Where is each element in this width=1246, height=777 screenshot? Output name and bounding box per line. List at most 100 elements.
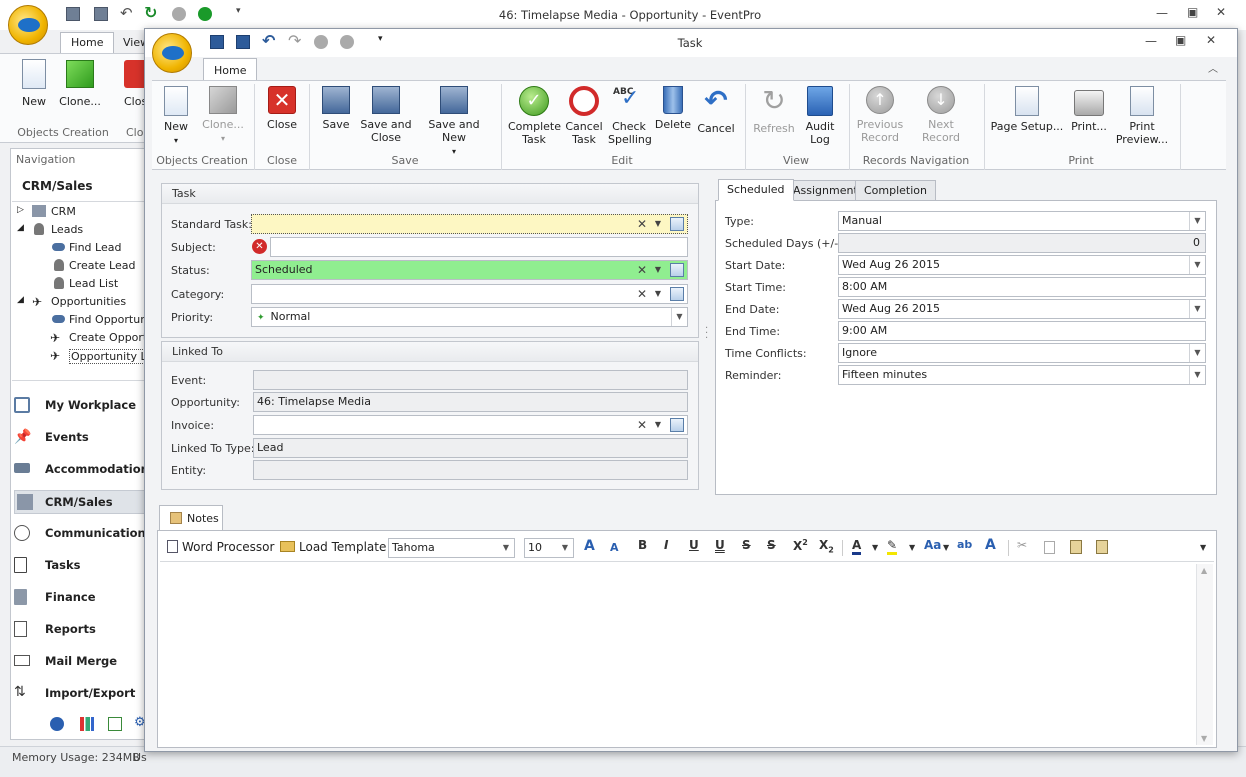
outer-minimize-button[interactable]: — [1156, 6, 1168, 20]
dropdown-arrow-icon[interactable]: ▼ [651, 215, 665, 233]
save-and-close-button[interactable]: Save and Close [360, 86, 412, 144]
splitter-handle[interactable]: · · · [705, 324, 708, 344]
dropdown-arrow-icon[interactable]: ▼ [1189, 212, 1205, 230]
scroll-down-icon[interactable]: ▼ [1201, 734, 1207, 743]
bold-icon[interactable]: B [638, 538, 647, 552]
dropdown-arrow-icon[interactable]: ▼ [1189, 256, 1205, 274]
clear-icon[interactable]: ✕ [635, 215, 649, 233]
notes-scrollbar[interactable]: ▲ ▼ [1196, 564, 1213, 745]
dropdown-arrow-icon[interactable]: ▼ [651, 261, 665, 279]
nav-item-events[interactable]: 📌 Events [14, 428, 148, 448]
refresh-button[interactable]: ↻ Refresh [752, 86, 796, 136]
end-time-input[interactable]: 9:00 AM [838, 321, 1206, 341]
load-template-button[interactable]: Load Template [280, 540, 386, 554]
undo-icon[interactable]: ↶ [262, 31, 275, 50]
save-close-icon[interactable] [94, 7, 108, 21]
tree-item-find-lead[interactable]: Find Lead [69, 241, 121, 254]
nav-item-import-export[interactable]: ⇅ Import/Export [14, 684, 148, 704]
down-icon[interactable] [198, 7, 212, 21]
status-field[interactable]: Scheduled ✕ ▼ [251, 260, 688, 280]
lookup-grid-icon[interactable] [670, 217, 684, 231]
dropdown-arrow-icon[interactable]: ▼ [872, 543, 878, 552]
close-button[interactable]: ✕ Close [262, 86, 302, 131]
italic-icon[interactable]: I [664, 538, 668, 552]
font-family-select[interactable]: Tahoma ▼ [388, 538, 515, 558]
up-icon[interactable] [172, 7, 186, 21]
outer-close-button[interactable]: ✕ [1216, 5, 1226, 19]
down-icon[interactable] [340, 35, 354, 49]
outer-tab-home[interactable]: Home [60, 32, 115, 54]
notes-editor[interactable] [160, 564, 1196, 745]
font-size-select[interactable]: 10 ▼ [524, 538, 574, 558]
tree-item-find-opportunity[interactable]: Find Opportunit [69, 313, 146, 326]
new-button[interactable]: New ▾ [158, 86, 194, 147]
nav-item-my-workplace[interactable]: My Workplace [14, 396, 148, 416]
dropdown-arrow-icon[interactable]: ▼ [651, 285, 665, 303]
print-button[interactable]: Print... [1066, 86, 1112, 133]
tab-completion[interactable]: Completion [855, 180, 937, 201]
highlight-icon[interactable]: ✎ [887, 538, 898, 555]
invoice-field[interactable]: ✕ ▼ [253, 415, 688, 435]
tree-toggle-opportunities[interactable]: ◢ [17, 295, 24, 305]
dropdown-arrow-icon[interactable]: ▼ [1189, 344, 1205, 362]
dropdown-arrow-icon[interactable]: ▼ [943, 543, 949, 552]
change-case-icon[interactable]: Aa [924, 538, 941, 552]
reminder-select[interactable]: Fifteen minutes ▼ [838, 365, 1206, 385]
tree-toggle-crm[interactable]: ▷ [17, 205, 24, 215]
dropdown-arrow-icon[interactable]: ▼ [909, 543, 915, 552]
task-app-logo[interactable] [152, 33, 192, 73]
nav-item-communications[interactable]: Communications [14, 524, 153, 544]
task-minimize-button[interactable]: — [1145, 34, 1157, 48]
print-preview-button[interactable]: Print Preview... [1114, 86, 1170, 146]
outer-maximize-button[interactable]: ▣ [1187, 5, 1198, 19]
lookup-grid-icon[interactable] [670, 418, 684, 432]
superscript-icon[interactable]: X2 [793, 538, 808, 553]
double-underline-icon[interactable]: U [715, 538, 725, 552]
bar-chart-icon[interactable] [80, 717, 94, 731]
tree-item-opportunity-list[interactable]: Opportunity Lis [69, 349, 146, 364]
tree-toggle-leads[interactable]: ◢ [17, 223, 24, 233]
nav-item-crm-sales[interactable]: CRM/Sales [14, 490, 148, 514]
dropdown-arrow-icon[interactable]: ▼ [1189, 300, 1205, 318]
font-color-icon[interactable]: A [852, 538, 862, 555]
tree-item-opportunities[interactable]: Opportunities [51, 295, 126, 308]
nav-item-tasks[interactable]: Tasks [14, 556, 148, 576]
double-strikethrough-icon[interactable]: S [767, 538, 776, 552]
copy-icon[interactable] [1044, 541, 1055, 554]
end-date-picker[interactable]: Wed Aug 26 2015 ▼ [838, 299, 1206, 319]
subscript-icon[interactable]: X2 [819, 538, 834, 554]
undo-icon[interactable]: ↶ [120, 4, 133, 22]
page-setup-button[interactable]: Page Setup... [990, 86, 1064, 133]
shrink-font-icon[interactable]: A [610, 541, 619, 554]
task-tab-home[interactable]: Home [203, 58, 258, 81]
globe-icon[interactable] [50, 717, 64, 731]
tree-item-crm[interactable]: CRM [51, 205, 76, 218]
outer-clone-button[interactable]: Clone... [55, 95, 105, 108]
outer-new-button[interactable]: New [14, 95, 54, 108]
dropdown-arrow-icon[interactable]: ▼ [557, 539, 573, 557]
subject-input[interactable] [270, 237, 688, 257]
dropdown-arrow-icon[interactable]: ▼ [651, 416, 665, 434]
dropdown-arrow-icon[interactable]: ▼ [671, 308, 687, 326]
outer-app-logo[interactable] [8, 5, 48, 45]
qat-menu-icon[interactable]: ▾ [378, 34, 383, 44]
previous-record-button[interactable]: ↑ Previous Record [856, 86, 904, 144]
notes-tab[interactable]: Notes [159, 505, 223, 531]
save-icon[interactable] [66, 7, 80, 21]
tree-item-lead-list[interactable]: Lead List [69, 277, 118, 290]
tree-item-create-opportunity[interactable]: Create Opportu [69, 331, 146, 344]
nav-item-reports[interactable]: Reports [14, 620, 148, 640]
lookup-grid-icon[interactable] [670, 287, 684, 301]
scroll-up-icon[interactable]: ▲ [1201, 566, 1207, 575]
save-icon[interactable] [210, 35, 224, 49]
start-date-picker[interactable]: Wed Aug 26 2015 ▼ [838, 255, 1206, 275]
start-time-input[interactable]: 8:00 AM [838, 277, 1206, 297]
line-chart-icon[interactable] [108, 717, 122, 731]
nav-item-mail-merge[interactable]: Mail Merge [14, 652, 148, 672]
priority-select[interactable]: ✦ Normal ▼ [251, 307, 688, 327]
complete-task-button[interactable]: ✓ Complete Task [508, 86, 561, 146]
type-select[interactable]: Manual ▼ [838, 211, 1206, 231]
cancel-task-button[interactable]: Cancel Task [564, 86, 604, 146]
standard-task-field[interactable]: ✕ ▼ [251, 214, 688, 234]
task-maximize-button[interactable]: ▣ [1175, 33, 1186, 47]
